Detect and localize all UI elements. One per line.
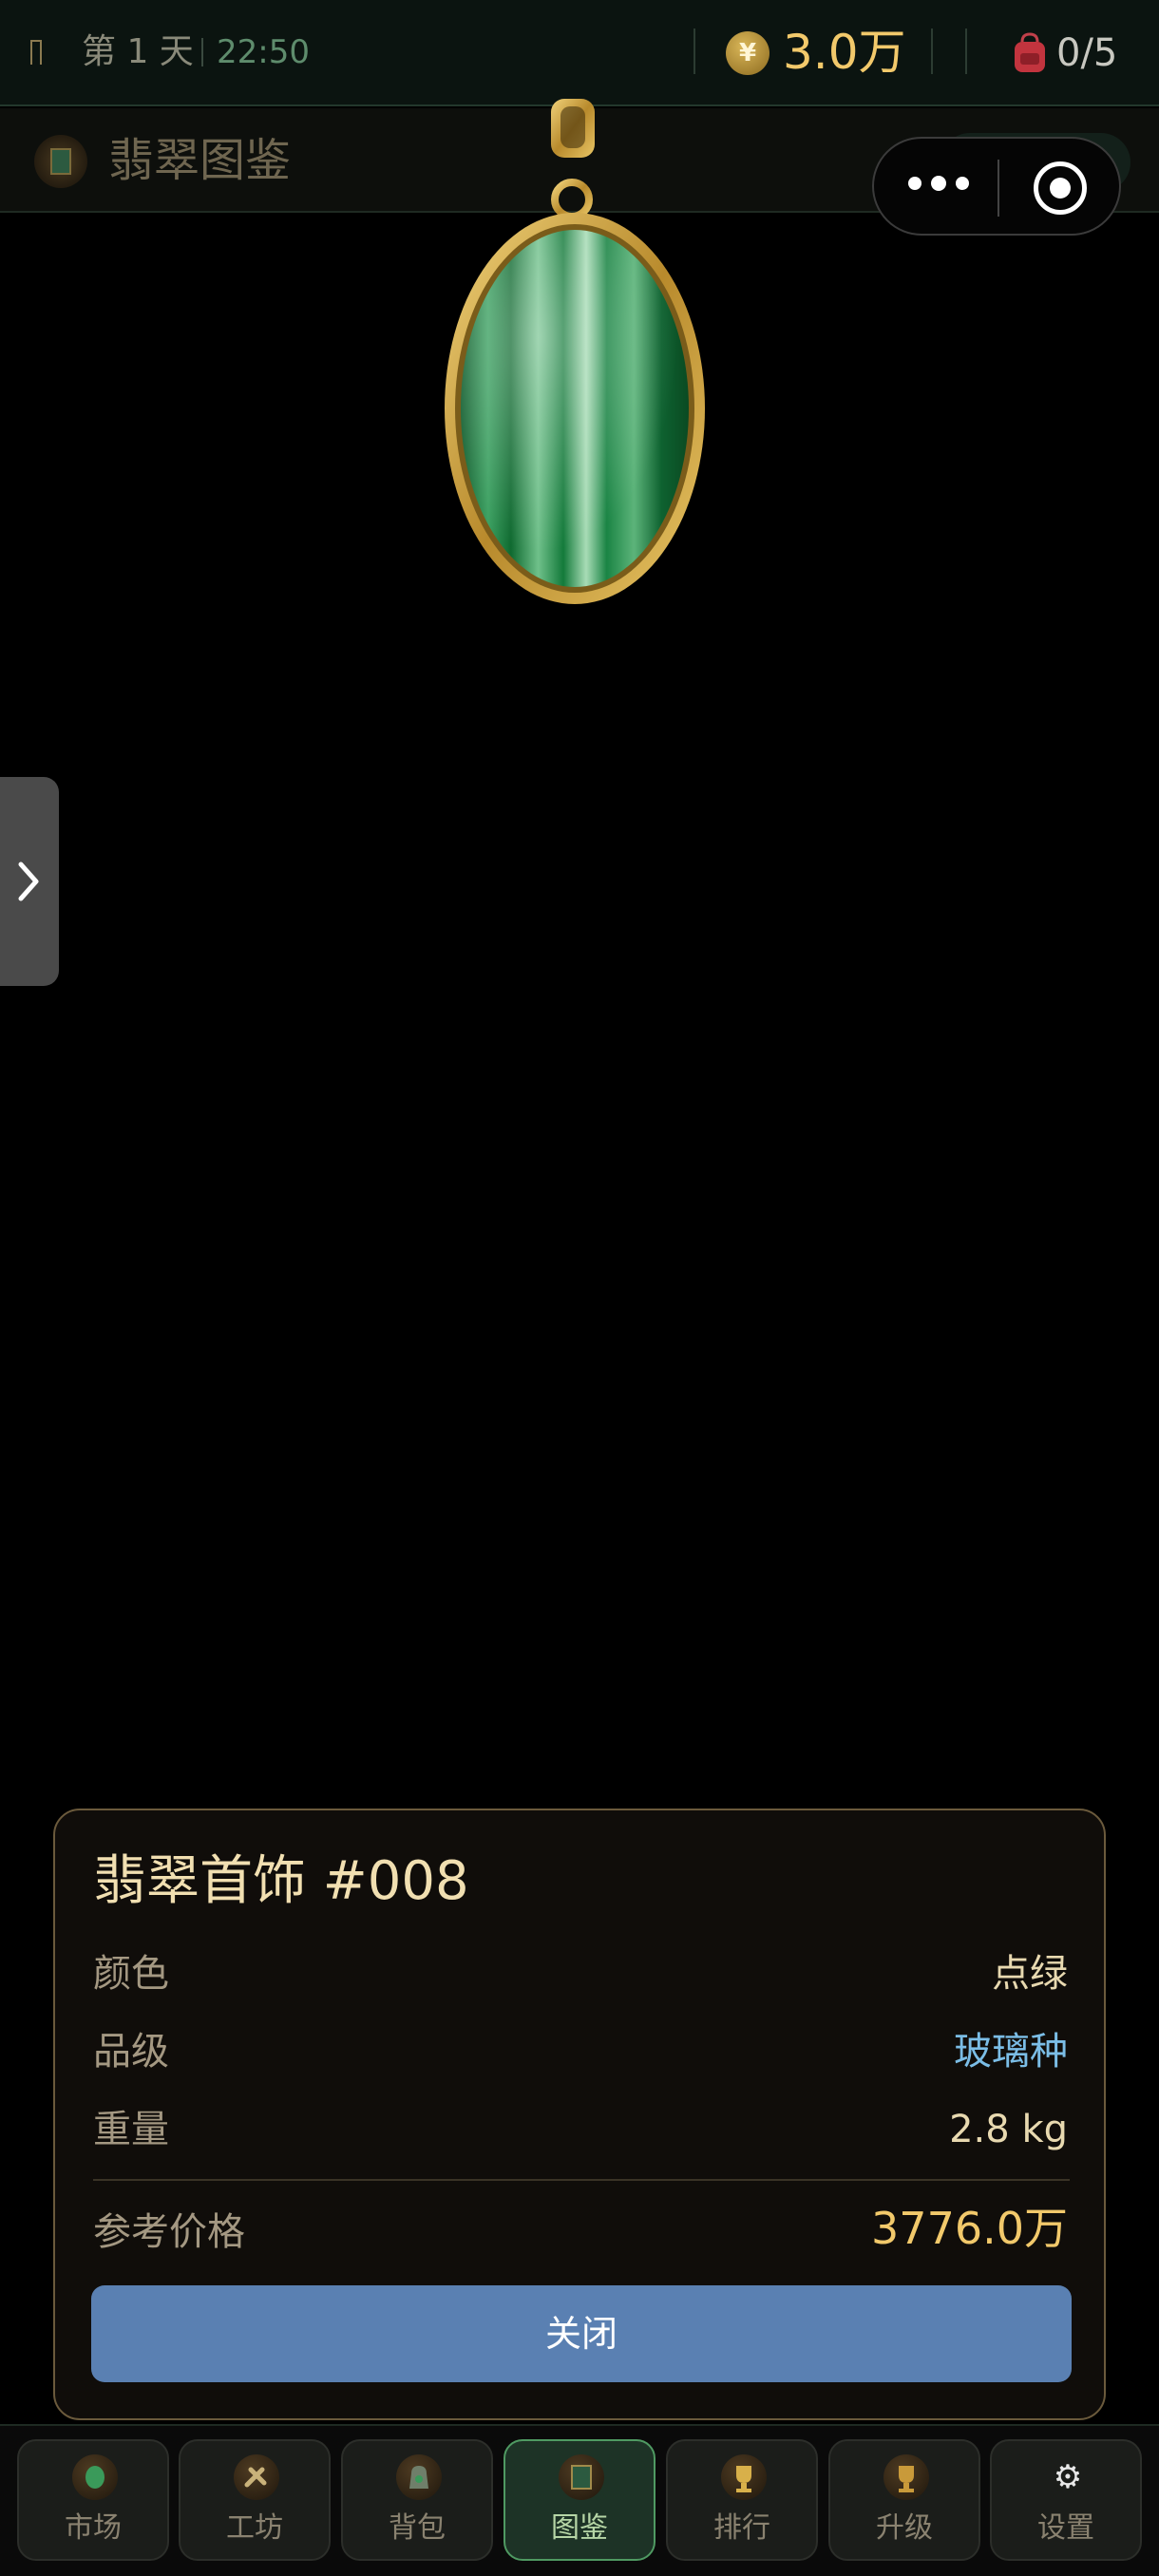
album-icon: [34, 135, 87, 188]
color-value: 点绿: [992, 1952, 1068, 1996]
nav-settings[interactable]: ⚙ 设置: [990, 2439, 1142, 2561]
page-title: 翡翠图鉴: [108, 134, 292, 187]
upgrade-icon: [884, 2454, 929, 2500]
nav-market[interactable]: 市场: [17, 2439, 169, 2561]
bag-count[interactable]: 0/5: [1056, 27, 1117, 80]
more-icon[interactable]: [908, 176, 975, 199]
divider: [998, 160, 999, 217]
nav-backpack[interactable]: 背包: [341, 2439, 493, 2561]
game-time: 22:50: [217, 33, 310, 71]
nav-album[interactable]: 图鉴: [504, 2439, 656, 2561]
jade-pendant-image: [445, 99, 705, 604]
coin-icon: ¥: [726, 31, 770, 75]
chevron-right-icon: [18, 862, 39, 901]
nav-label: 工坊: [226, 2511, 283, 2545]
bookmark-icon: [30, 40, 42, 65]
grade-label: 品级: [93, 2030, 169, 2074]
divider: [965, 28, 967, 74]
nav-workshop[interactable]: 工坊: [179, 2439, 331, 2561]
divider: [93, 2179, 1070, 2181]
divider: [201, 38, 203, 66]
tools-icon: [234, 2454, 279, 2500]
item-title: 翡翠首饰 #008: [93, 1850, 469, 1912]
nav-upgrade[interactable]: 升级: [828, 2439, 980, 2561]
weight-value: 2.8 kg: [949, 2108, 1068, 2151]
nav-ranking[interactable]: 排行: [666, 2439, 818, 2561]
day-counter: 第 1 天: [82, 32, 194, 71]
weight-label: 重量: [93, 2108, 169, 2151]
money-balance: 3.0万: [783, 25, 906, 80]
gear-icon: ⚙: [1053, 2458, 1083, 2496]
divider: [931, 28, 933, 74]
grade-value: 玻璃种: [954, 2030, 1068, 2074]
trophy-icon: [721, 2454, 767, 2500]
price-value: 3776.0万: [871, 2203, 1068, 2254]
nav-label: 排行: [713, 2511, 770, 2545]
nav-label: 市场: [65, 2511, 122, 2545]
price-label: 参考价格: [93, 2210, 245, 2254]
backpack-icon[interactable]: [1011, 32, 1049, 74]
color-label: 颜色: [93, 1952, 169, 1996]
miniprogram-capsule: [872, 137, 1121, 236]
divider: [694, 28, 695, 74]
album-icon: [559, 2454, 604, 2500]
close-miniprogram-icon[interactable]: [1034, 161, 1087, 215]
nav-label: 背包: [389, 2511, 446, 2545]
nav-label: 设置: [1037, 2511, 1094, 2545]
side-drawer-toggle[interactable]: [0, 777, 59, 986]
bag-icon: [396, 2454, 442, 2500]
item-detail-card: 翡翠首饰 #008 颜色 点绿 品级 玻璃种 重量 2.8 kg 参考价格 37…: [53, 1809, 1106, 2420]
close-button[interactable]: 关闭: [91, 2285, 1072, 2382]
nav-label: 图鉴: [551, 2511, 608, 2545]
jade-icon: [72, 2454, 118, 2500]
nav-label: 升级: [876, 2511, 933, 2545]
